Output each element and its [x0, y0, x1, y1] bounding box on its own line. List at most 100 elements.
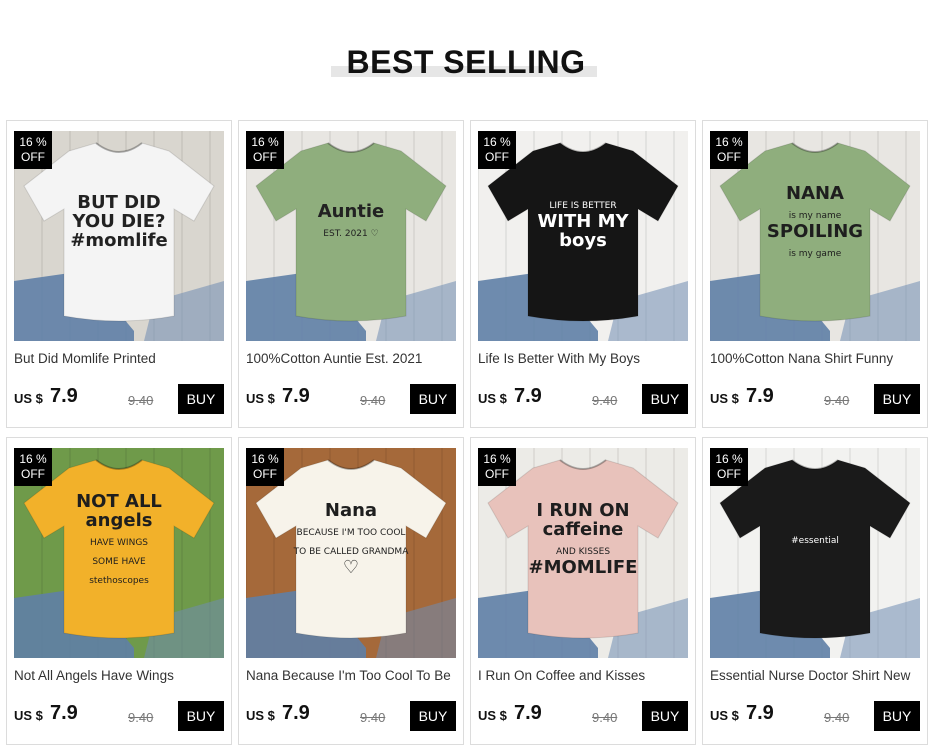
discount-badge: 16 % OFF [14, 131, 52, 169]
buy-button[interactable]: BUY [178, 701, 224, 731]
currency-label: US $ [14, 391, 43, 406]
discount-percent: 16 % [483, 135, 511, 149]
shirt-print-line: EST. 2021 ♡ [323, 229, 378, 239]
discount-percent: 16 % [19, 452, 47, 466]
shirt-print-line: AND KISSES [556, 547, 610, 557]
discount-off-label: OFF [485, 467, 509, 481]
original-price: 9.40 [824, 710, 850, 725]
product-name[interactable]: But Did Momlife Printed [14, 351, 228, 366]
buy-button[interactable]: BUY [178, 384, 224, 414]
buy-button[interactable]: BUY [874, 384, 920, 414]
shirt-print-line: TO BE CALLED GRANDMA [293, 547, 410, 557]
discount-badge: 16 % OFF [246, 448, 284, 486]
original-price: 9.40 [360, 393, 386, 408]
product-image-wrap[interactable]: NANA is my name SPOILING is my game 16 % OFF [710, 131, 920, 341]
product-image-wrap[interactable]: Auntie EST. 2021 ♡ 16 % OFF [246, 131, 456, 341]
current-price: 7.9 [746, 385, 774, 407]
currency-label: US $ [14, 708, 43, 723]
shirt-print-line: angels [86, 510, 153, 531]
discount-off-label: OFF [21, 467, 45, 481]
product-card[interactable]: BUT DID YOU DIE? #momlife 16 % OFF But Did Mo… [6, 120, 232, 428]
buy-button[interactable]: BUY [874, 701, 920, 731]
discount-off-label: OFF [717, 150, 741, 164]
price-row: US $ 7.9 9.40 BUY [14, 383, 228, 415]
shirt-print-line: #momlife [70, 230, 167, 251]
shirt-print-line: BECAUSE I'M TOO COOL [297, 528, 406, 538]
product-card[interactable]: NANA is my name SPOILING is my game 16 % OFF 1… [702, 120, 928, 428]
product-image-wrap[interactable]: BUT DID YOU DIE? #momlife 16 % OFF [14, 131, 224, 341]
discount-badge: 16 % OFF [14, 448, 52, 486]
discount-percent: 16 % [483, 452, 511, 466]
discount-percent: 16 % [715, 135, 743, 149]
shirt-print-line: NOT ALL [76, 491, 162, 512]
buy-button[interactable]: BUY [642, 701, 688, 731]
shirt-print-line: is my game [789, 249, 842, 259]
discount-badge: 16 % OFF [710, 131, 748, 169]
shirt-print-line: LIFE IS BETTER [549, 201, 616, 211]
current-price: 7.9 [746, 702, 774, 724]
product-name[interactable]: I Run On Coffee and Kisses [478, 668, 692, 683]
price-row: US $ 7.9 9.40 BUY [710, 700, 924, 732]
shirt-print-line: NANA [786, 183, 844, 204]
shirt-print-line: #MOMLIFE [529, 557, 638, 578]
product-card[interactable]: NOT ALL angels HAVE WINGS SOME HAVE stethosc… [6, 437, 232, 745]
product-image-wrap[interactable]: Nana BECAUSE I'M TOO COOL TO BE CALLED GRA… [246, 448, 456, 658]
shirt-print-line: BUT DID [77, 192, 160, 213]
original-price: 9.40 [824, 393, 850, 408]
current-price: 7.9 [50, 385, 78, 407]
discount-off-label: OFF [717, 467, 741, 481]
product-card[interactable]: Nana BECAUSE I'M TOO COOL TO BE CALLED GRA… [238, 437, 464, 745]
discount-percent: 16 % [19, 135, 47, 149]
discount-off-label: OFF [253, 150, 277, 164]
original-price: 9.40 [128, 710, 154, 725]
currency-label: US $ [478, 708, 507, 723]
product-image-wrap[interactable]: LIFE IS BETTER WITH MY boys 16 % OFF [478, 131, 688, 341]
discount-badge: 16 % OFF [710, 448, 748, 486]
buy-button[interactable]: BUY [410, 384, 456, 414]
shirt-print-line: YOU DIE? [72, 211, 166, 232]
product-name[interactable]: Nana Because I'm Too Cool To Be [246, 668, 460, 683]
product-image-wrap[interactable]: #essential 16 % OFF [710, 448, 920, 658]
product-name[interactable]: 100%Cotton Auntie Est. 2021 [246, 351, 460, 366]
discount-off-label: OFF [21, 150, 45, 164]
currency-label: US $ [710, 708, 739, 723]
product-card[interactable]: I RUN ON caffeine AND KISSES #MOMLIFE 16 % OF… [470, 437, 696, 745]
product-image-wrap[interactable]: NOT ALL angels HAVE WINGS SOME HAVE stethosc… [14, 448, 224, 658]
discount-off-label: OFF [253, 467, 277, 481]
product-image-wrap[interactable]: I RUN ON caffeine AND KISSES #MOMLIFE 16 % OF… [478, 448, 688, 658]
price-row: US $ 7.9 9.40 BUY [246, 383, 460, 415]
product-card[interactable]: LIFE IS BETTER WITH MY boys 16 % OFF Life Is … [470, 120, 696, 428]
shirt-print-line: Auntie [318, 201, 385, 222]
product-name[interactable]: Essential Nurse Doctor Shirt New [710, 668, 924, 683]
discount-badge: 16 % OFF [246, 131, 284, 169]
shirt-print-line: Nana [325, 500, 377, 521]
discount-percent: 16 % [251, 452, 279, 466]
product-card[interactable]: #essential 16 % OFF Essential Nurse Doctor … [702, 437, 928, 745]
discount-off-label: OFF [485, 150, 509, 164]
shirt-print-line: #essential [791, 536, 839, 546]
product-name[interactable]: Life Is Better With My Boys [478, 351, 692, 366]
product-card[interactable]: Auntie EST. 2021 ♡ 16 % OFF 100%Cotton Aunti… [238, 120, 464, 428]
buy-button[interactable]: BUY [410, 701, 456, 731]
price-row: US $ 7.9 9.40 BUY [710, 383, 924, 415]
product-name[interactable]: 100%Cotton Nana Shirt Funny [710, 351, 924, 366]
currency-label: US $ [478, 391, 507, 406]
current-price: 7.9 [50, 702, 78, 724]
current-price: 7.9 [514, 702, 542, 724]
shirt-print-line: I RUN ON [536, 500, 629, 521]
current-price: 7.9 [514, 385, 542, 407]
original-price: 9.40 [592, 710, 618, 725]
product-name[interactable]: Not All Angels Have Wings [14, 668, 228, 683]
discount-badge: 16 % OFF [478, 448, 516, 486]
shirt-print-line: is my name [789, 211, 842, 221]
shirt-print-line: HAVE WINGS [90, 538, 148, 548]
buy-button[interactable]: BUY [642, 384, 688, 414]
current-price: 7.9 [282, 702, 310, 724]
original-price: 9.40 [360, 710, 386, 725]
currency-label: US $ [710, 391, 739, 406]
discount-percent: 16 % [715, 452, 743, 466]
currency-label: US $ [246, 391, 275, 406]
price-row: US $ 7.9 9.40 BUY [478, 383, 692, 415]
shirt-print-line: caffeine [543, 519, 624, 540]
discount-percent: 16 % [251, 135, 279, 149]
